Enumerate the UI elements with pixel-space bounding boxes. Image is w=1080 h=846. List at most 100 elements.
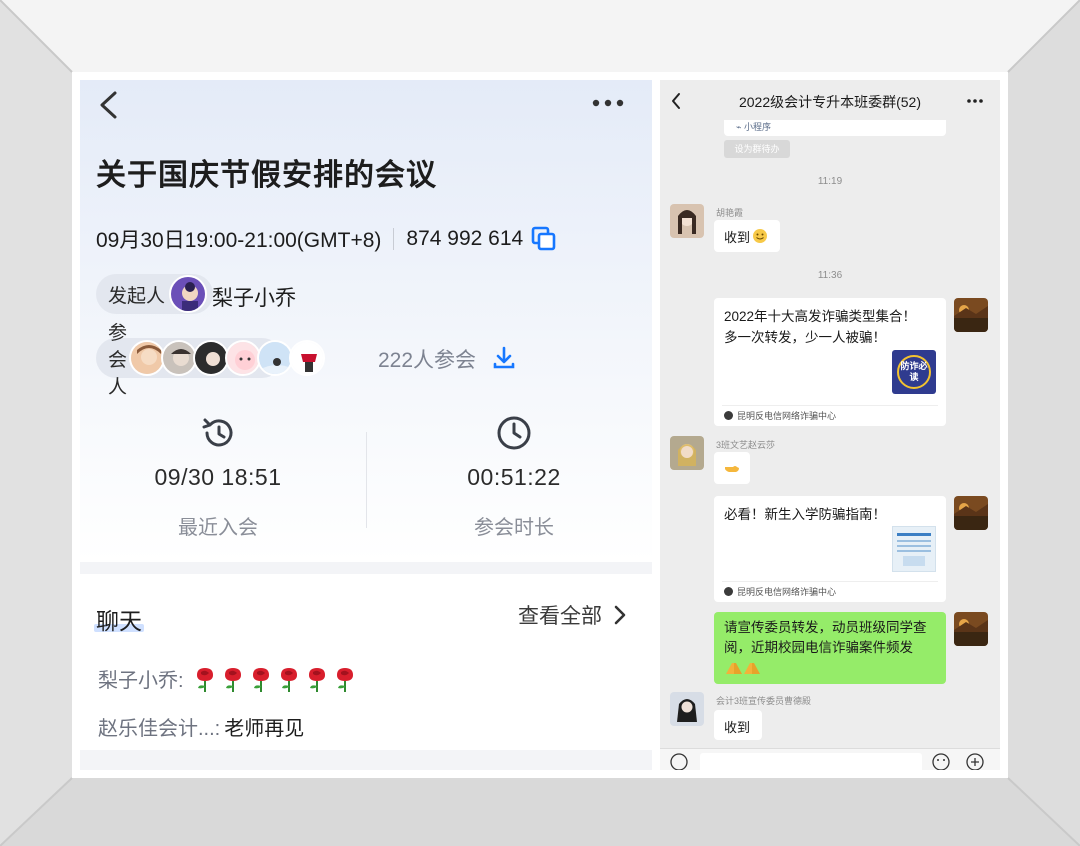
chat-header: 2022级会计专升本班委群(52) xyxy=(660,80,1000,124)
card-thumbnail: 防诈必读 xyxy=(892,350,936,394)
attendee-pill[interactable]: 参会人 xyxy=(96,323,326,398)
chat-heading: 聊天 xyxy=(96,608,142,634)
meta-divider xyxy=(393,228,395,250)
chat-message: 梨子小乔: xyxy=(98,664,360,693)
message-text: 请宣传委员转发，动员班级同学查阅，近期校园电信诈骗案件频发 xyxy=(724,620,927,655)
group-chat-panel: 2022级会计专升本班委群(52) ⌁ 小程序 设为群待办 11:19 胡艳霞 … xyxy=(660,80,1000,770)
copy-icon[interactable] xyxy=(531,226,557,252)
avatar[interactable] xyxy=(670,204,704,238)
stat-duration: 00:51:22 参会时长 xyxy=(404,414,624,540)
timestamp: 11:36 xyxy=(817,270,843,281)
message-text: 老师再见 xyxy=(224,718,305,740)
host-label: 发起人 xyxy=(108,285,166,307)
host-pill: 发起人 xyxy=(96,274,214,314)
chat-input-bar xyxy=(660,748,1000,770)
view-all-button[interactable]: 查看全部 xyxy=(518,600,626,630)
avatar[interactable] xyxy=(954,496,988,530)
link-icon: ⌁ xyxy=(736,122,742,132)
message-sender: 赵乐佳会计...: xyxy=(98,718,221,740)
message-bubble[interactable]: 收到 xyxy=(714,710,762,740)
avatar xyxy=(289,340,326,376)
avatar xyxy=(193,340,230,376)
card-source: 昆明反电信网络诈骗中心 xyxy=(724,409,836,422)
pointing-hand-emoji-icon xyxy=(725,466,739,472)
praying-hands-emoji-icon xyxy=(726,663,760,675)
rose-emoji-icon xyxy=(252,667,269,692)
article-link-card[interactable]: 2022年十大高发诈骗类型集合！ 多一次转发，少一人被骗！ 防诈必读 昆明反电信… xyxy=(714,298,946,426)
avatar[interactable] xyxy=(954,612,988,646)
card-thumbnail xyxy=(892,526,936,572)
stat-divider xyxy=(366,432,367,528)
card-title: 必看！新生入学防骗指南！ xyxy=(724,507,886,522)
source-name: 昆明反电信网络诈骗中心 xyxy=(737,411,837,421)
card-title-line: 2022年十大高发诈骗类型集合！ xyxy=(724,309,917,324)
back-chevron-icon[interactable] xyxy=(96,90,122,120)
timestamp: 11:19 xyxy=(817,176,843,187)
source-logo-icon xyxy=(724,587,733,596)
host-avatar[interactable] xyxy=(169,275,208,313)
rose-emojis xyxy=(192,665,360,693)
message-sender: 梨子小乔: xyxy=(98,670,184,692)
sender-name: 会计3班宣传委员曹德殿 xyxy=(716,696,812,706)
sender-name: 胡艳霞 xyxy=(716,208,744,218)
meeting-detail-panel: 关于国庆节假安排的会议 09月30日19:00-21:00(GMT+8) 874… xyxy=(80,80,652,770)
avatar xyxy=(225,340,262,376)
stat-value: 00:51:22 xyxy=(467,464,561,490)
avatar xyxy=(257,340,294,376)
rose-emoji-icon xyxy=(196,667,213,692)
source-logo-icon xyxy=(724,411,733,420)
attendee-avatars xyxy=(129,340,326,376)
meeting-time: 09月30日19:00-21:00(GMT+8) xyxy=(96,229,382,252)
mini-program-card[interactable]: ⌁ 小程序 xyxy=(724,120,946,136)
attendee-count: 222人参会 xyxy=(378,349,477,372)
message-bubble[interactable]: 收到 xyxy=(714,220,780,252)
voice-icon[interactable] xyxy=(670,753,688,770)
message-text: 收到 xyxy=(724,720,751,735)
add-icon[interactable] xyxy=(966,753,984,770)
chat-preview-card: 聊天 查看全部 梨子小乔: 赵乐佳会计...: 老师再见 xyxy=(80,574,652,750)
avatar[interactable] xyxy=(670,692,704,726)
card-source: 昆明反电信网络诈骗中心 xyxy=(724,585,836,598)
rose-emoji-icon xyxy=(280,667,297,692)
avatar[interactable] xyxy=(670,436,704,470)
chat-message: 赵乐佳会计...: 老师再见 xyxy=(98,712,304,741)
view-all-label: 查看全部 xyxy=(518,605,602,628)
message-text: 收到 xyxy=(724,229,751,245)
meeting-meta-row: 09月30日19:00-21:00(GMT+8) 874 992 614 xyxy=(96,224,557,254)
card-divider xyxy=(722,581,938,582)
emoji-icon[interactable] xyxy=(932,753,950,770)
card-divider xyxy=(722,405,938,406)
clock-icon xyxy=(497,416,531,450)
smile-emoji-icon xyxy=(753,229,768,243)
own-message-bubble[interactable]: 请宣传委员转发，动员班级同学查阅，近期校园电信诈骗案件频发 xyxy=(714,612,946,684)
more-options-icon[interactable] xyxy=(966,92,984,110)
mini-program-label: 小程序 xyxy=(743,122,771,132)
source-name: 昆明反电信网络诈骗中心 xyxy=(737,587,837,597)
meeting-title: 关于国庆节假安排的会议 xyxy=(96,159,437,192)
rose-emoji-icon xyxy=(224,667,241,692)
history-icon xyxy=(202,418,233,447)
stat-label: 最近入会 xyxy=(178,517,258,539)
stat-label: 参会时长 xyxy=(474,517,554,539)
stat-value: 09/30 18:51 xyxy=(154,464,282,490)
host-name: 梨子小乔 xyxy=(212,287,296,310)
set-todo-button[interactable]: 设为群待办 xyxy=(724,140,790,158)
article-link-card[interactable]: 必看！新生入学防骗指南！ 昆明反电信网络诈骗中心 xyxy=(714,496,946,602)
rose-emoji-icon xyxy=(308,667,325,692)
chevron-right-icon xyxy=(614,605,626,625)
rose-emoji-icon xyxy=(336,667,353,692)
thumbnail-text: 防诈必读 xyxy=(897,355,931,389)
sender-name: 3班文艺赵云莎 xyxy=(716,440,776,450)
avatar xyxy=(129,340,166,376)
avatar xyxy=(161,340,198,376)
more-options-icon[interactable] xyxy=(592,90,624,116)
message-input[interactable] xyxy=(700,753,922,770)
group-title: 2022级会计专升本班委群(52) xyxy=(738,94,922,110)
avatar[interactable] xyxy=(954,298,988,332)
download-icon[interactable] xyxy=(492,346,516,370)
attendee-label: 参会人 xyxy=(108,322,128,398)
stat-last-join: 09/30 18:51 最近入会 xyxy=(108,414,328,540)
card-title-line: 多一次转发，少一人被骗！ xyxy=(724,330,886,345)
message-bubble[interactable] xyxy=(714,452,750,484)
card-title: 2022年十大高发诈骗类型集合！ 多一次转发，少一人被骗！ xyxy=(724,306,916,348)
